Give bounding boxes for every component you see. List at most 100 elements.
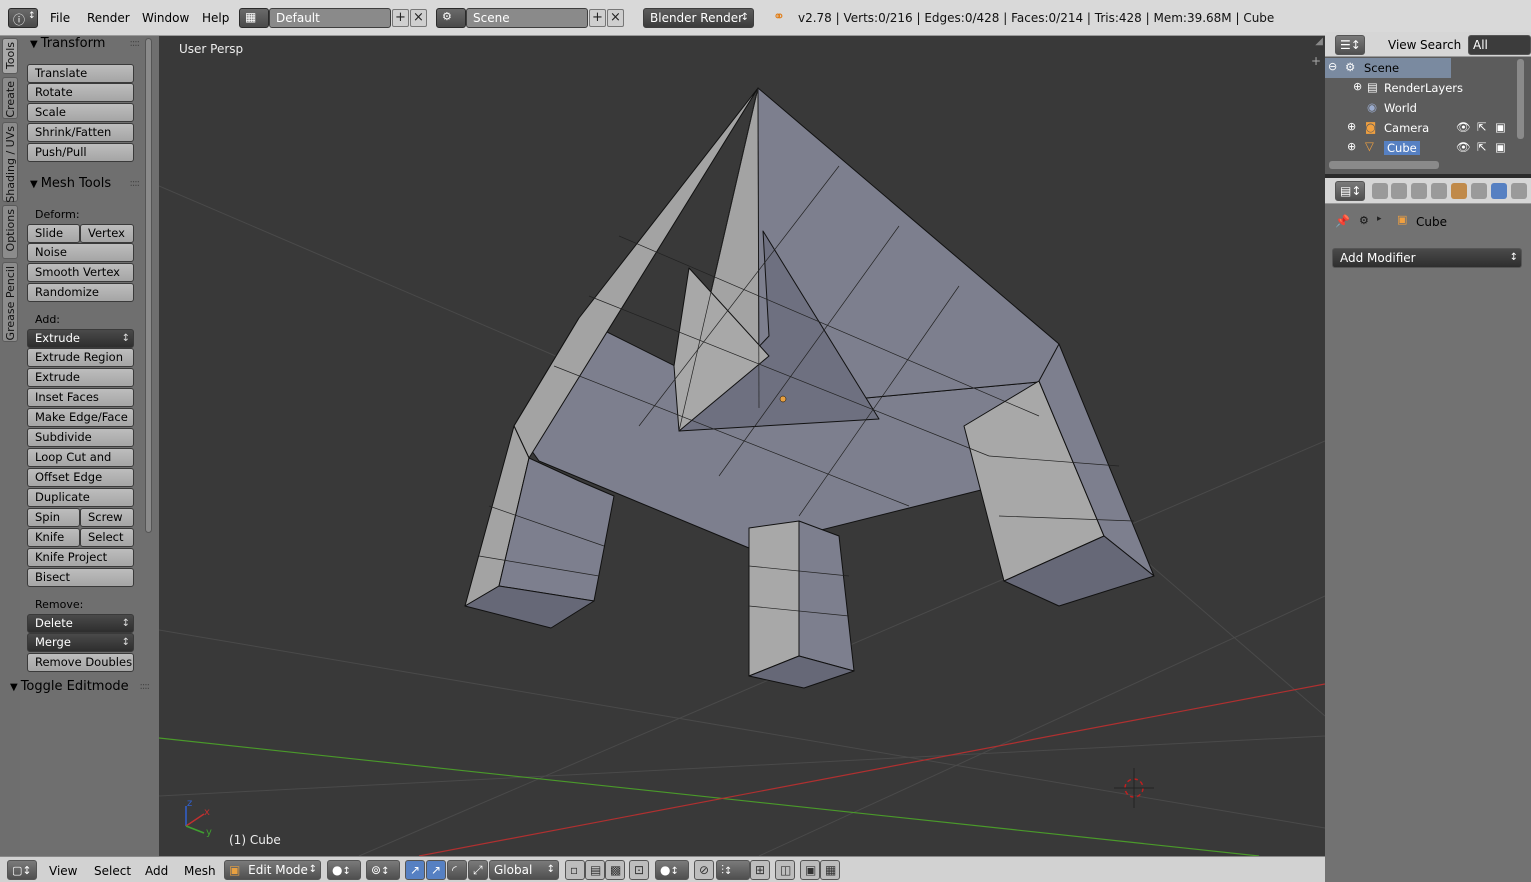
manipulator-toggle[interactable]: ↗	[405, 860, 425, 880]
rotate-button[interactable]: Rotate	[27, 83, 134, 102]
noise-button[interactable]: Noise	[27, 243, 134, 262]
expand-toggle-icon[interactable]: ⊕	[1353, 80, 1362, 93]
face-select-mode-button[interactable]: ▩	[605, 860, 625, 880]
tab-shading-uvs[interactable]: Shading / UVs	[2, 122, 18, 203]
limit-selection-button[interactable]: ⊡	[629, 860, 649, 880]
outliner-row-camera[interactable]: ⊕ ◙ Camera 👁 ⇱ ▣	[1325, 118, 1515, 138]
subdivide-button[interactable]: Subdivide	[27, 428, 134, 447]
screen-layout-icon-button[interactable]: ▦	[239, 8, 269, 28]
transform-panel-header[interactable]: ▼ Transform	[30, 36, 105, 51]
drag-handle-icon[interactable]: ::::	[140, 681, 151, 692]
info-editor-type-button[interactable]: ⓘ ↕	[8, 8, 38, 28]
tab-grease-pencil[interactable]: Grease Pencil	[2, 262, 18, 342]
remove-scene-button[interactable]: ×	[607, 9, 624, 27]
renderable-camera-icon[interactable]: ▣	[1495, 140, 1506, 154]
menu-file[interactable]: File	[50, 11, 70, 25]
spin-button[interactable]: Spin	[27, 508, 80, 527]
viewport-shading-select[interactable]: ●↕	[327, 860, 361, 880]
expand-toggle-icon[interactable]: ⊕	[1347, 140, 1356, 153]
outliner-menu-view[interactable]: View	[1388, 38, 1416, 52]
menu-view[interactable]: View	[49, 864, 77, 878]
remove-screen-button[interactable]: ×	[410, 9, 427, 27]
render-engine-select[interactable]: Blender Render ↕	[643, 8, 754, 28]
cube-mesh[interactable]	[464, 87, 1155, 689]
pivot-point-select[interactable]: ⊚↕	[366, 860, 400, 880]
render-animation-button[interactable]: ▦	[820, 860, 840, 880]
scene-tab-icon[interactable]	[1411, 183, 1427, 199]
snap-target-button[interactable]: ⊞	[750, 860, 770, 880]
menu-mesh[interactable]: Mesh	[184, 864, 216, 878]
render-layers-tab-icon[interactable]	[1391, 183, 1407, 199]
menu-render[interactable]: Render	[87, 11, 130, 25]
3d-viewport[interactable]: User Persp z x y (1) Cube + ◢	[159, 36, 1325, 856]
delete-dropdown[interactable]: Delete	[27, 614, 134, 633]
render-tab-icon[interactable]	[1372, 183, 1388, 199]
properties-editor-type-button[interactable]: ▤↕	[1335, 181, 1365, 201]
translate-manipulator-button[interactable]: ↗	[426, 860, 446, 880]
toggle-editmode-panel-header[interactable]: ▼ Toggle Editmode	[10, 679, 129, 694]
slide-edge-button[interactable]: Slide Ed	[27, 224, 80, 257]
push-pull-button[interactable]: Push/Pull	[27, 143, 134, 162]
object-tab-icon[interactable]	[1451, 183, 1467, 199]
menu-select[interactable]: Select	[94, 864, 131, 878]
rotate-manipulator-button[interactable]: ◜	[447, 860, 467, 880]
scene-icon-button[interactable]: ⚙	[436, 8, 466, 28]
extrude-region-button[interactable]: Extrude Region	[27, 348, 134, 367]
viewport-corner-icon[interactable]: ◢	[1315, 36, 1323, 47]
scale-manipulator-button[interactable]: ⤢	[468, 860, 488, 880]
scene-field[interactable]: Scene	[466, 8, 588, 28]
world-tab-icon[interactable]	[1431, 183, 1447, 199]
vertex-select-mode-button[interactable]: ▫	[565, 860, 585, 880]
loop-cut-button[interactable]: Loop Cut and Slide	[27, 448, 134, 481]
outliner-row-scene[interactable]: ⊖ ⚙ Scene	[1325, 58, 1451, 78]
outliner-vertical-scrollbar[interactable]	[1517, 59, 1524, 139]
outliner-horizontal-scrollbar[interactable]	[1329, 161, 1439, 169]
proportional-edit-select[interactable]: ●↕	[655, 860, 689, 880]
viewport-expand-icon[interactable]: +	[1311, 54, 1321, 68]
vertex-slide-button[interactable]: Vertex	[80, 224, 134, 243]
screen-layout-field[interactable]: Default	[269, 8, 391, 28]
scale-button[interactable]: Scale	[27, 103, 134, 122]
tab-tools[interactable]: Tools	[2, 38, 18, 74]
outliner-row-renderlayers[interactable]: ⊕ ▤ RenderLayers	[1325, 78, 1515, 98]
add-screen-button[interactable]: +	[392, 9, 409, 27]
pin-icon[interactable]: 📌	[1335, 214, 1350, 228]
extrude-individual-button[interactable]: Extrude Individual	[27, 368, 134, 401]
add-scene-button[interactable]: +	[589, 9, 606, 27]
duplicate-button[interactable]: Duplicate	[27, 488, 134, 507]
menu-window[interactable]: Window	[142, 11, 189, 25]
renderable-camera-icon[interactable]: ▣	[1495, 120, 1506, 134]
opengl-render-button[interactable]: ◫	[775, 860, 795, 880]
transform-orientation-select[interactable]: Global ↕	[489, 860, 559, 880]
make-edge-face-button[interactable]: Make Edge/Face	[27, 408, 134, 427]
selectable-arrow-icon[interactable]: ⇱	[1477, 120, 1487, 134]
3d-cursor-icon[interactable]	[1114, 768, 1154, 808]
tab-options[interactable]: Options	[2, 205, 18, 259]
render-still-button[interactable]: ▣	[800, 860, 820, 880]
screw-button[interactable]: Screw	[80, 508, 134, 527]
visibility-eye-icon[interactable]: 👁	[1456, 120, 1471, 134]
inset-faces-button[interactable]: Inset Faces	[27, 388, 134, 407]
mode-select[interactable]: ▣ Edit Mode ↕	[224, 860, 321, 880]
randomize-button[interactable]: Randomize	[27, 283, 134, 302]
outliner-row-cube[interactable]: ⊕ ▽ Cube 👁 ⇱ ▣	[1325, 138, 1515, 158]
drag-handle-icon[interactable]: ::::	[130, 178, 141, 189]
bisect-button[interactable]: Bisect	[27, 568, 134, 587]
editor-type-button[interactable]: ▢↕	[7, 860, 37, 880]
knife-select-button[interactable]: Select	[80, 528, 134, 547]
outliner-row-world[interactable]: ◉ World	[1325, 98, 1515, 118]
outliner-tree[interactable]: ⊖ ⚙ Scene ⊕ ▤ RenderLayers ◉ World ⊕ ◙ C…	[1325, 57, 1531, 174]
outliner-editor-type-button[interactable]: ☰↕	[1335, 35, 1365, 55]
merge-dropdown[interactable]: Merge	[27, 633, 134, 652]
mesh-tools-panel-header[interactable]: ▼ Mesh Tools	[30, 176, 111, 191]
selectable-arrow-icon[interactable]: ⇱	[1477, 140, 1487, 154]
edge-select-mode-button[interactable]: ▤	[585, 860, 605, 880]
outliner-menu-search[interactable]: Search	[1420, 38, 1461, 52]
remove-doubles-button[interactable]: Remove Doubles	[27, 653, 134, 672]
data-tab-icon[interactable]	[1511, 183, 1527, 199]
smooth-vertex-button[interactable]: Smooth Vertex	[27, 263, 134, 282]
translate-button[interactable]: Translate	[27, 64, 134, 83]
snap-toggle-button[interactable]: ⊘	[694, 860, 714, 880]
menu-help[interactable]: Help	[202, 11, 229, 25]
constraints-tab-icon[interactable]	[1471, 183, 1487, 199]
